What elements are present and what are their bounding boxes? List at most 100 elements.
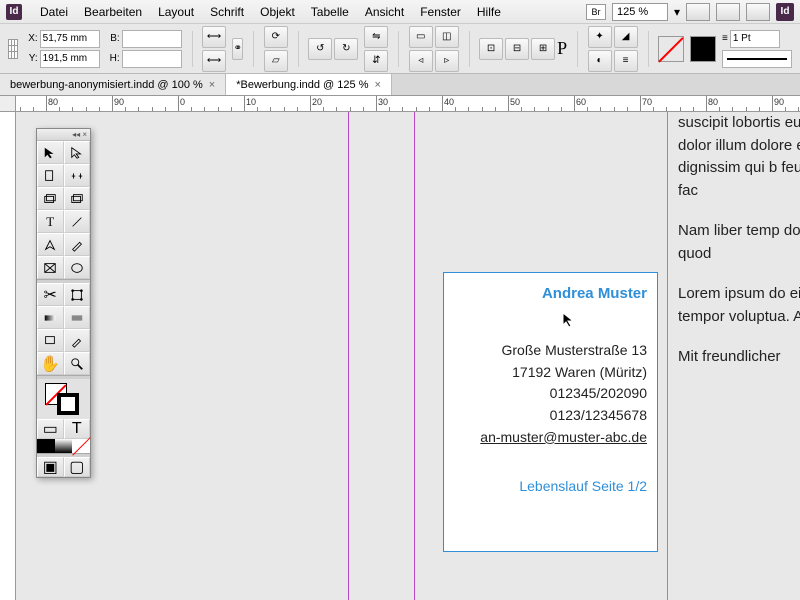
close-icon[interactable]: × — [374, 79, 380, 91]
menu-bearbeiten[interactable]: Bearbeiten — [76, 5, 150, 19]
rotate-ccw-btn[interactable]: ↺ — [308, 38, 332, 60]
gradient-swatch-tool[interactable] — [37, 306, 64, 329]
document-canvas[interactable]: Andrea Muster Große Musterstraße 13 1719… — [16, 112, 800, 600]
zoom-dropdown-icon[interactable]: ▾ — [674, 5, 680, 19]
p-icon: P — [557, 38, 567, 60]
fit-content-btn[interactable]: ⊡ — [479, 38, 503, 60]
scale-x-btn[interactable]: ⟷ — [202, 26, 226, 48]
scale-y-btn[interactable]: ⟷ — [202, 50, 226, 72]
tools-panel[interactable]: ◂◂ × T ✂ ✋ — [36, 128, 91, 478]
indesign-icon: Id — [776, 3, 794, 21]
stroke-weight-icon: ≡ — [722, 33, 728, 44]
menu-fenster[interactable]: Fenster — [412, 5, 469, 19]
rectangle-frame-tool[interactable] — [37, 256, 64, 279]
select-content-btn[interactable]: ◫ — [435, 26, 459, 48]
wrap-btn[interactable]: ≡ — [614, 50, 638, 72]
percent-icon: ⟷ — [207, 31, 221, 42]
effects-btn[interactable]: ✦ — [588, 26, 612, 48]
stroke-black-swatch[interactable] — [690, 36, 716, 62]
formatting-text-btn[interactable]: T — [64, 419, 91, 439]
flip-v-btn[interactable]: ⇵ — [364, 50, 388, 72]
percent-icon: ⟷ — [207, 55, 221, 66]
reference-point[interactable] — [8, 39, 18, 59]
formatting-container-btn[interactable]: ▭ — [37, 419, 64, 439]
pencil-tool[interactable] — [64, 233, 91, 256]
body-p4: Mit freundlicher — [678, 346, 800, 369]
scissors-tool[interactable]: ✂ — [37, 283, 64, 306]
fill-none-swatch[interactable] — [658, 36, 684, 62]
content-placer-tool[interactable] — [64, 187, 91, 210]
body-p1: suscipit lobortis eum iriure dolor illum… — [678, 112, 800, 202]
line-tool[interactable] — [64, 210, 91, 233]
direct-selection-tool[interactable] — [64, 141, 91, 164]
free-transform-tool[interactable] — [64, 283, 91, 306]
margin-guide-right — [667, 112, 668, 600]
width-input[interactable] — [122, 30, 182, 48]
ellipse-tool[interactable] — [64, 256, 91, 279]
note-tool[interactable] — [37, 329, 64, 352]
margin-guide-left — [414, 112, 415, 600]
gradient-feather-tool[interactable] — [64, 306, 91, 329]
ruler-horizontal[interactable]: 7080900102030405060708090 — [16, 96, 800, 112]
stroke-weight-input[interactable] — [730, 30, 780, 48]
card-email: an-muster@muster-abc.de — [454, 427, 647, 449]
selection-tool[interactable] — [37, 141, 64, 164]
view-options[interactable] — [686, 3, 710, 21]
menu-hilfe[interactable]: Hilfe — [469, 5, 509, 19]
menu-objekt[interactable]: Objekt — [252, 5, 303, 19]
card-pageinfo: Lebenslauf Seite 1/2 — [454, 478, 647, 494]
select-prev-btn[interactable]: ◃ — [409, 50, 433, 72]
arrange-docs[interactable] — [746, 3, 770, 21]
zoom-level[interactable]: 125 % — [612, 3, 668, 21]
fit-frame-btn[interactable]: ⊟ — [505, 38, 529, 60]
corner-btn[interactable]: ◢ — [614, 26, 638, 48]
height-input[interactable] — [122, 50, 182, 68]
shear-icon: ▱ — [272, 55, 280, 66]
flip-h-icon: ⇋ — [372, 31, 380, 42]
stroke-swatch[interactable] — [57, 393, 79, 415]
body-text-column: suscipit lobortis eum iriure dolor illum… — [678, 112, 800, 387]
center-content-btn[interactable]: ⊞ — [531, 38, 555, 60]
rotate-cw-btn[interactable]: ↻ — [334, 38, 358, 60]
select-next-btn[interactable]: ▹ — [435, 50, 459, 72]
bridge-button[interactable]: Br — [586, 4, 606, 20]
gap-tool[interactable] — [64, 164, 91, 187]
screen-mode[interactable] — [716, 3, 740, 21]
type-tool[interactable]: T — [37, 210, 64, 233]
menu-bar: Id Datei Bearbeiten Layout Schrift Objek… — [0, 0, 800, 24]
stroke-style-select[interactable] — [722, 50, 792, 68]
address-text-frame[interactable]: Andrea Muster Große Musterstraße 13 1719… — [443, 272, 658, 552]
zoom-tool[interactable] — [64, 352, 91, 375]
hand-tool[interactable]: ✋ — [37, 352, 64, 375]
flip-v-icon: ⇵ — [372, 55, 380, 66]
select-container-btn[interactable]: ▭ — [409, 26, 433, 48]
menu-tabelle[interactable]: Tabelle — [303, 5, 357, 19]
preview-view-btn[interactable]: ▢ — [64, 457, 91, 477]
fill-stroke-swatches[interactable] — [37, 379, 90, 419]
menu-layout[interactable]: Layout — [150, 5, 202, 19]
constrain-btn[interactable]: ⚭ — [232, 38, 243, 60]
opacity-btn[interactable]: ◐ — [588, 50, 612, 72]
content-collector-tool[interactable] — [37, 187, 64, 210]
close-icon[interactable]: × — [209, 79, 215, 91]
ruler-origin[interactable] — [0, 96, 16, 112]
shear-btn[interactable]: ▱ — [264, 50, 288, 72]
tab-doc-1[interactable]: bewerbung-anonymisiert.indd @ 100 %× — [0, 74, 226, 95]
normal-view-btn[interactable]: ▣ — [37, 457, 64, 477]
menu-schrift[interactable]: Schrift — [202, 5, 252, 19]
page-tool[interactable] — [37, 164, 64, 187]
pen-tool[interactable] — [37, 233, 64, 256]
rotate-btn[interactable]: ⟳ — [264, 26, 288, 48]
x-input[interactable] — [40, 30, 100, 48]
y-input[interactable] — [40, 50, 100, 68]
eyedropper-tool[interactable] — [64, 329, 91, 352]
flip-h-btn[interactable]: ⇋ — [364, 26, 388, 48]
tab-doc-2[interactable]: *Bewerbung.indd @ 125 %× — [226, 74, 392, 95]
body-p2: Nam liber temp doming id quod — [678, 220, 800, 265]
card-street: Große Musterstraße 13 — [454, 340, 647, 362]
panel-header[interactable]: ◂◂ × — [37, 129, 90, 141]
ruler-vertical[interactable] — [0, 112, 16, 600]
menu-ansicht[interactable]: Ansicht — [357, 5, 412, 19]
menu-datei[interactable]: Datei — [32, 5, 76, 19]
apply-color-row[interactable] — [37, 439, 90, 453]
